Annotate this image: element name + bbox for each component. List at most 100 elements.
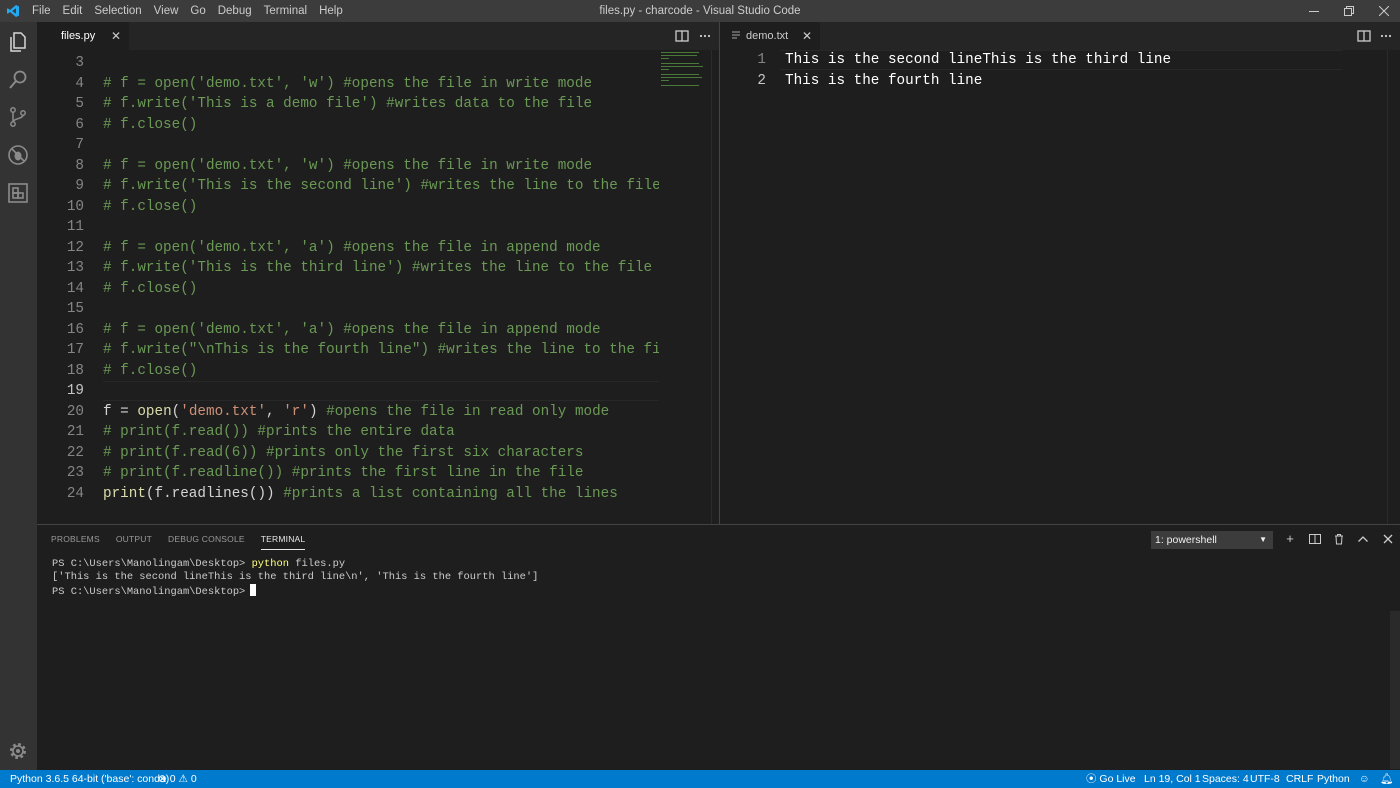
panel-tab-problems[interactable]: PROBLEMS xyxy=(51,525,100,553)
go-live-button[interactable]: ⦿ Go Live xyxy=(1086,770,1136,788)
maximize-panel-chevron-up-icon[interactable] xyxy=(1357,533,1369,545)
menu-debug[interactable]: Debug xyxy=(212,0,258,22)
line-number: 1 xyxy=(757,52,766,68)
line-text: # f.close() xyxy=(103,280,198,297)
split-editor-icon[interactable] xyxy=(675,29,689,43)
code-area-files-py[interactable]: 3 4 # f = open('demo.txt', 'w') #opens th… xyxy=(37,50,659,524)
python-interpreter[interactable]: Python 3.6.5 64-bit ('base': conda) xyxy=(10,770,169,788)
tab-bar-right: demo.txt ✕ xyxy=(720,22,1400,50)
split-editor-icon[interactable] xyxy=(1357,29,1371,43)
panel-tab-debug-console[interactable]: DEBUG CONSOLE xyxy=(168,525,245,553)
line-text: f = open('demo.txt', 'r') #opens the fil… xyxy=(103,403,610,420)
line-number: 21 xyxy=(66,424,84,440)
code-line: 14 # f.close() xyxy=(37,279,659,300)
vertical-scrollbar[interactable] xyxy=(1387,50,1400,524)
error-count: 0 xyxy=(169,773,176,785)
code-line: 8 # f = open('demo.txt', 'w') #opens the … xyxy=(37,156,659,177)
indentation[interactable]: Spaces: 4 xyxy=(1202,770,1249,788)
code-line: 3 xyxy=(37,53,659,74)
more-actions-icon[interactable] xyxy=(1379,29,1393,43)
menu-go[interactable]: Go xyxy=(184,0,211,22)
line-number: 14 xyxy=(66,280,84,297)
terminal-select-dropdown[interactable]: 1: powershell ▼ xyxy=(1151,531,1273,549)
split-terminal-icon[interactable] xyxy=(1309,533,1321,545)
line-ending[interactable]: CRLF xyxy=(1286,770,1313,788)
menu-file[interactable]: File xyxy=(26,0,57,22)
line-number: 17 xyxy=(66,342,84,358)
trash-kill-terminal-icon[interactable] xyxy=(1333,533,1345,545)
terminal-output[interactable]: PS C:\Users\Manolingam\Desktop> python f… xyxy=(52,558,538,599)
tab-demo-txt[interactable]: demo.txt ✕ xyxy=(720,22,820,50)
line-number: 13 xyxy=(66,260,84,276)
source-control-icon[interactable] xyxy=(6,105,30,129)
panel-tabs: PROBLEMS OUTPUT DEBUG CONSOLE TERMINAL xyxy=(51,525,321,553)
tab-close-icon[interactable]: ✕ xyxy=(111,29,121,43)
minimize-icon xyxy=(1309,11,1319,12)
language-mode[interactable]: Python xyxy=(1317,770,1350,788)
close-icon xyxy=(1379,6,1389,16)
minimize-button[interactable] xyxy=(1294,0,1334,22)
comment-token: #opens the file in read only mode xyxy=(326,403,610,420)
line-text: # f.close() xyxy=(103,198,198,215)
settings-gear-icon[interactable] xyxy=(6,739,30,763)
new-terminal-plus-icon[interactable]: + xyxy=(1284,532,1296,545)
function-token: open xyxy=(137,403,172,420)
restore-button[interactable] xyxy=(1329,0,1369,22)
code-line: 4 # f = open('demo.txt', 'w') #opens the … xyxy=(37,74,659,95)
line-text: # f.write("\nThis is the fourth line") #… xyxy=(103,342,659,358)
menu-selection[interactable]: Selection xyxy=(88,0,147,22)
more-actions-icon[interactable] xyxy=(698,29,712,43)
vertical-scrollbar[interactable] xyxy=(711,50,719,524)
menu-edit[interactable]: Edit xyxy=(57,0,89,22)
terminal-select-value: 1: powershell xyxy=(1155,534,1217,546)
line-number: 18 xyxy=(66,362,84,379)
cursor-position[interactable]: Ln 19, Col 1 xyxy=(1144,770,1201,788)
code-line: 15 xyxy=(37,299,659,320)
tab-label: files.py xyxy=(61,30,96,42)
line-number: 11 xyxy=(66,219,84,235)
title-bar: files.py - charcode - Visual Studio Code… xyxy=(0,0,1400,22)
activity-bar xyxy=(0,22,37,770)
comment-token: #prints a list containing all the lines xyxy=(283,485,618,502)
line-text: print(f.readlines()) #prints a list cont… xyxy=(103,485,618,502)
menu-help[interactable]: Help xyxy=(313,0,349,22)
close-panel-icon[interactable] xyxy=(1382,533,1394,545)
close-window-button[interactable] xyxy=(1364,0,1400,22)
terminal-prompt: PS C:\Users\Manolingam\Desktop> xyxy=(52,586,246,598)
code-area-demo-txt[interactable]: 1 This is the second lineThis is the thir… xyxy=(720,50,1380,524)
line-number: 15 xyxy=(66,301,84,317)
terminal-prompt: PS C:\Users\Manolingam\Desktop> xyxy=(52,558,246,570)
problems-indicator[interactable]: ⊗ 0 ⚠ 0 xyxy=(158,770,197,788)
line-number: 10 xyxy=(66,198,84,215)
line-number: 7 xyxy=(75,137,84,153)
extensions-icon[interactable] xyxy=(6,181,30,205)
menu-view[interactable]: View xyxy=(148,0,185,22)
notifications-bell-icon[interactable]: 🔔︎ xyxy=(1380,770,1393,788)
line-text: # f.write('This is the third line') #wri… xyxy=(103,260,653,276)
line-number: 19 xyxy=(66,383,84,399)
code-line: 18 # f.close() xyxy=(37,361,659,382)
debug-icon[interactable] xyxy=(6,143,30,167)
tab-close-icon[interactable]: ✕ xyxy=(802,29,812,43)
code-line: 7 xyxy=(37,135,659,156)
tab-files-py[interactable]: files.py ✕ xyxy=(37,22,129,50)
text-file-icon xyxy=(732,31,740,39)
terminal-scrollbar[interactable] xyxy=(1390,611,1400,769)
search-icon[interactable] xyxy=(6,68,30,92)
panel-tab-terminal[interactable]: TERMINAL xyxy=(260,528,306,550)
string-token: 'r' xyxy=(283,403,309,420)
explorer-icon[interactable] xyxy=(6,30,30,54)
status-bar: Python 3.6.5 64-bit ('base': conda) ⊗ 0 … xyxy=(0,770,1400,788)
line-number: 9 xyxy=(75,178,84,194)
line-number: 3 xyxy=(75,55,84,71)
minimap[interactable] xyxy=(659,50,711,524)
terminal-cursor xyxy=(250,584,257,596)
panel-tab-output[interactable]: OUTPUT xyxy=(116,525,152,553)
tab-label: demo.txt xyxy=(746,30,789,42)
terminal-command: python xyxy=(251,558,289,570)
line-number: 23 xyxy=(66,465,84,481)
function-token: print xyxy=(103,485,146,502)
menu-terminal[interactable]: Terminal xyxy=(258,0,313,22)
feedback-smiley-icon[interactable]: ☺ xyxy=(1359,770,1370,788)
encoding[interactable]: UTF-8 xyxy=(1250,770,1280,788)
